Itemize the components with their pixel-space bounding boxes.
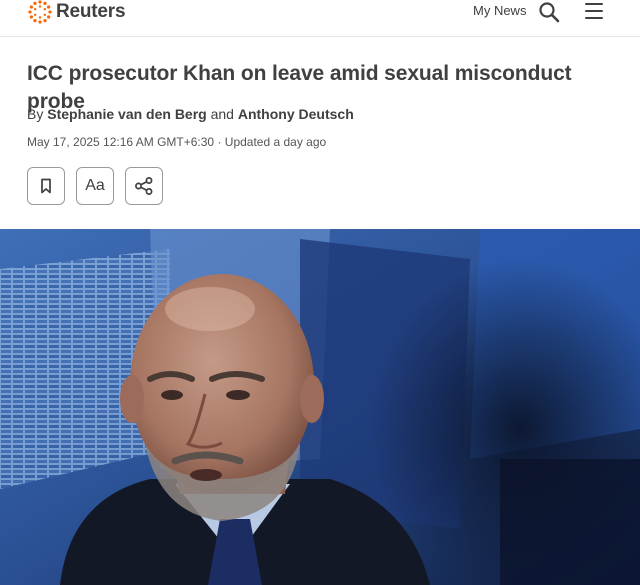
hero-photo-illustration — [0, 229, 640, 585]
article-toolbar: Aa — [27, 167, 163, 205]
text-size-button[interactable]: Aa — [76, 167, 114, 205]
byline-prefix: By — [27, 106, 44, 122]
brand-name: Reuters — [56, 1, 126, 22]
author-link-2[interactable]: Anthony Deutsch — [238, 106, 354, 122]
publish-dateline: May 17, 2025 12:16 AM GMT+6:30 · Updated… — [27, 135, 327, 149]
hamburger-menu-icon[interactable] — [585, 3, 603, 19]
share-button[interactable] — [125, 167, 163, 205]
article-hero-photo[interactable] — [0, 229, 640, 585]
reuters-logo-icon — [28, 0, 52, 24]
bookmark-button[interactable] — [27, 167, 65, 205]
bookmark-icon — [41, 178, 51, 194]
reuters-logo[interactable]: Reuters — [27, 0, 126, 24]
top-navigation-bar: Reuters My News — [0, 0, 640, 37]
my-news-link[interactable]: My News — [473, 3, 526, 18]
byline-joiner: and — [210, 106, 234, 122]
byline: By Stephanie van den Berg and Anthony De… — [27, 106, 354, 122]
text-size-label: Aa — [85, 177, 105, 194]
author-link-1[interactable]: Stephanie van den Berg — [47, 106, 206, 122]
search-icon[interactable] — [538, 1, 560, 23]
share-icon — [135, 177, 153, 195]
